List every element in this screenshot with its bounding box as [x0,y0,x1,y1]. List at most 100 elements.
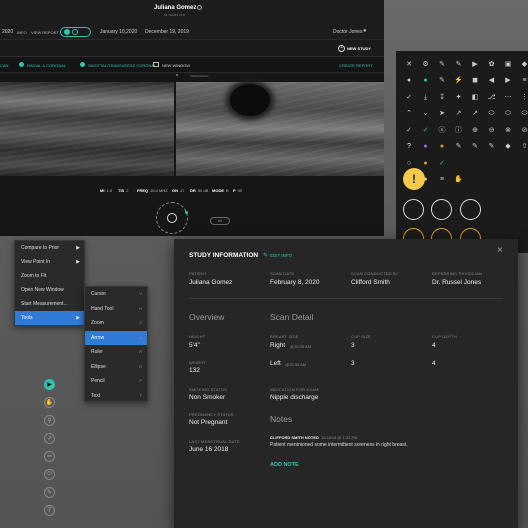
conducted-value: Clifford Smith [351,279,390,286]
referring-label: REFERRING PHYSICIAN [432,271,483,276]
plus-icon[interactable]: + [338,45,345,52]
tool-item-zoom[interactable]: Zoom Z [85,316,147,330]
tab-radial-coronal[interactable]: RADIAL & CORONAL [27,63,66,68]
glyph-icon-1-1: ● [423,77,428,84]
menu-item-open-new-window[interactable]: Open New Window [15,283,84,297]
param-dr: DR 50 dB [190,188,209,193]
submenu-arrow-icon: ▶ [76,315,80,321]
tool-item-hand-tool[interactable]: Hand Tool H [85,302,147,316]
glyph-icon-2-2: ↧ [439,93,445,101]
pencil-icon[interactable]: ✎ [44,487,55,498]
tool-strip: ▶ ✋ ⚲ ↗ ━ ⬭ ✎ T [42,377,58,528]
dial-marker-icon [185,211,188,214]
menu-item-view-point-in[interactable]: View Point In ▶ [15,255,84,269]
glyph-icon-4-5: ⊖ [488,126,495,134]
param-p: P 90 [233,188,243,193]
glyph-icon-3-6: ⬭ [505,110,511,117]
glyph-icon-1-6: ▶ [505,77,511,84]
info-link[interactable]: INFO [17,30,27,35]
toggle-dot-icon [64,29,70,35]
ultrasound-image-left[interactable] [0,82,174,176]
glyph-icon-1-5: ◀ [488,77,495,84]
new-study-label[interactable]: NEW STUDY [347,46,371,51]
scan-date-value: February 8, 2020 [270,279,320,286]
add-note-button[interactable]: ADD NOTE [270,462,299,468]
timestamp: @10:35 AM [290,344,311,349]
tool-item-ellipse[interactable]: Ellipse O [85,360,147,374]
tool-item-text[interactable]: Text T [85,389,147,403]
hand-icon[interactable]: ✋ [44,397,55,408]
glyph-icon-2-4: ◧ [471,93,479,101]
panel-label: PERIPHERAL [176,74,209,78]
create-report-button[interactable]: CREATE REPORT [339,63,373,68]
hook-icon [403,199,424,220]
new-window-button[interactable]: NEW WINDOW [162,63,190,68]
param-mi: MI 1.5 [100,188,113,193]
glyph-icon-0-2: ✎ [439,60,445,68]
tool-item-cursor[interactable]: Cursor V [85,287,147,301]
menu-item-zoom-to-fit[interactable]: Zoom to Fit [15,269,84,283]
glyph-icon-4-4: ⊕ [472,126,478,134]
divider [189,298,503,299]
tool-item-arrow[interactable]: Arrow A [85,330,147,345]
indication-label: INDICATION FOR EXAM [270,387,319,392]
dot-icon [19,62,24,67]
glyph-icon-4-3: ⓘ [455,126,462,134]
view-report-link[interactable]: VIEW REPORT [31,30,59,35]
cursor-icon[interactable]: ▶ [44,379,55,390]
glyph-icon-4-0: ✓ [406,126,412,134]
glyph-icon-0-4: ▶ [472,60,478,68]
zoom-level-button[interactable]: x1 [210,217,230,225]
glyph-icon-2-1: ⤓ [423,93,428,101]
menu-item-compare-to-prior[interactable]: Compare to Prior ▶ [15,241,84,255]
lmp-label: LAST MENSTRUAL DATE [189,439,240,444]
study-information-modal: STUDY INFORMATION ✎ EDIT INFO × PATIENT … [174,239,518,528]
arrow-icon[interactable]: ↗ [44,433,55,444]
glyph-icon-4-2: ⓧ [438,126,446,134]
glyph-icon-5-0: ? [407,143,411,150]
user-icon[interactable]: ● [363,28,367,34]
glyph-icon-3-5: ⬭ [488,110,495,117]
glyph-icon-5-6: ◆ [505,143,511,150]
ellipse-icon[interactable]: ⬭ [44,469,55,480]
study-date-right[interactable]: December 19, 2019 [145,29,189,35]
menu-item-tools[interactable]: Tools ▶ [15,311,84,325]
close-icon[interactable]: × [497,245,503,256]
glyph-icon-1-0: ● [406,77,412,84]
timestamp: @10:35 AM [285,362,306,367]
ultrasound-image-right[interactable] [176,82,384,176]
glyph-icon-0-1: ⚙ [422,60,429,68]
cup-size-label: CUP SIZE [351,334,371,339]
toggle-dot-icon [72,29,78,35]
text-icon[interactable]: T [44,505,55,516]
glyph-icon-5-4: ✎ [472,143,478,150]
tool-item-pencil[interactable]: Pencil P [85,374,147,388]
probe-dial-center[interactable] [167,213,177,223]
glyph-icon-6-1: ● [423,159,428,167]
glyph-icon-2-6: ⋯ [504,93,512,101]
edit-info-button[interactable]: EDIT INFO [270,253,292,258]
glyph-icon-6-2: ✓ [439,159,445,167]
doctor-name[interactable]: Doctor Jones [333,29,362,35]
height-value: 5'4" [189,342,200,349]
edit-icon[interactable]: ✎ [263,252,268,259]
tool-item-ruler[interactable]: Ruler R [85,345,147,359]
tab-scan[interactable]: CAN [0,63,8,68]
param-mode: MODE B [212,188,229,193]
window-icon [153,62,159,67]
date-left[interactable]: 2020 [2,29,13,35]
glyph-icon-5-5: ✎ [488,143,495,150]
glyph-icon-0-0: ✕ [406,60,412,68]
zoom-icon[interactable]: ⚲ [44,415,55,426]
glyph-icon-0-6: ▣ [504,60,512,68]
glyph-icon-4-6: ⊗ [505,126,511,134]
param-gn: GN 47 [172,188,185,193]
pregnancy-label: PREGNANCY STATUS [189,412,234,417]
glyph-icon-2-5: ⎇ [487,93,496,101]
glyph-icon-2-3: ✦ [455,93,462,101]
info-icon[interactable] [197,5,202,10]
study-date-mid[interactable]: January 10,2020 [100,29,137,35]
ruler-icon[interactable]: ━ [44,451,55,462]
tab-sagittal[interactable]: SAGITTAL/TRANSVERSE CORONAL [88,63,156,68]
menu-item-start-measurement[interactable]: Start Measurement... [15,297,84,311]
